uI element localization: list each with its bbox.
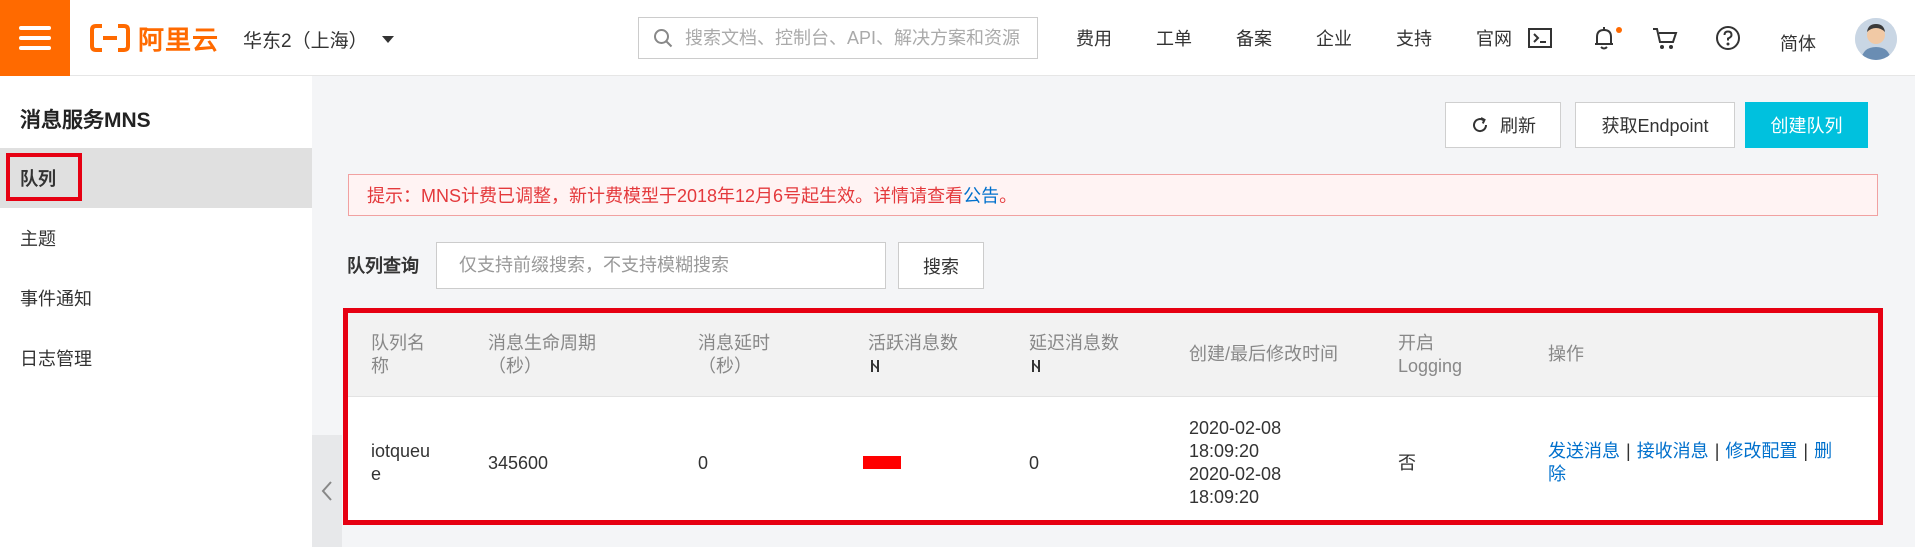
notice-link[interactable]: 公告 xyxy=(963,182,999,208)
nav-support[interactable]: 支持 xyxy=(1396,25,1432,51)
sidebar-title: 消息服务MNS xyxy=(20,109,151,132)
create-queue-button[interactable]: 创建队列 xyxy=(1745,102,1868,148)
top-nav: 费用 工单 备案 企业 支持 官网 xyxy=(1076,0,1556,76)
get-endpoint-button[interactable]: 获取Endpoint xyxy=(1575,102,1735,148)
refresh-button[interactable]: 刷新 xyxy=(1445,102,1561,148)
sidebar-item-label: 主题 xyxy=(20,229,56,249)
refresh-label: 刷新 xyxy=(1500,116,1536,136)
billing-notice: 提示：MNS计费已调整，新计费模型于2018年12月6号起生效。详情请查看 公告。 xyxy=(348,174,1878,216)
highlight-box-table xyxy=(343,308,1883,525)
sidebar: 消息服务MNS 队列 主题 事件通知 日志管理 xyxy=(0,76,312,547)
chevron-left-icon xyxy=(321,481,332,501)
queue-search-input[interactable] xyxy=(436,242,886,289)
global-search-input[interactable] xyxy=(683,26,1027,50)
top-bar: 阿里云 华东2（上海） 费用 工单 备案 企业 支持 官网 xyxy=(0,0,1915,76)
sidebar-item-log-management[interactable]: 日志管理 xyxy=(0,328,312,388)
help-icon[interactable] xyxy=(1714,24,1742,52)
aliyun-logo-icon xyxy=(90,24,130,52)
sidebar-item-label: 事件通知 xyxy=(20,289,92,309)
nav-tickets[interactable]: 工单 xyxy=(1156,25,1192,51)
nav-enterprise[interactable]: 企业 xyxy=(1316,25,1352,51)
nav-fees[interactable]: 费用 xyxy=(1076,25,1112,51)
cart-icon[interactable] xyxy=(1651,24,1679,52)
queue-search-button[interactable]: 搜索 xyxy=(898,242,984,289)
notice-text: 提示：MNS计费已调整，新计费模型于2018年12月6号起生效。详情请查看 xyxy=(367,186,964,206)
aliyun-logo[interactable]: 阿里云 xyxy=(90,22,220,55)
sidebar-item-event-notifications[interactable]: 事件通知 xyxy=(0,268,312,328)
region-selector[interactable]: 华东2（上海） xyxy=(243,26,394,53)
refresh-icon xyxy=(1473,117,1488,133)
get-endpoint-label: 获取Endpoint xyxy=(1601,116,1709,136)
collapse-sidebar-button[interactable] xyxy=(312,435,342,547)
bell-icon[interactable] xyxy=(1590,24,1618,52)
region-label: 华东2（上海） xyxy=(243,31,368,52)
nav-icp[interactable]: 备案 xyxy=(1236,25,1272,51)
user-avatar-icon xyxy=(1855,18,1897,60)
menu-icon[interactable] xyxy=(0,0,70,76)
notice-suffix: 。 xyxy=(999,186,1018,206)
highlight-box-sidebar xyxy=(6,153,82,201)
caret-down-icon xyxy=(381,36,394,43)
search-icon xyxy=(654,29,673,48)
queue-query-label: 队列查询 xyxy=(347,256,419,276)
create-queue-label: 创建队列 xyxy=(1770,116,1843,136)
nav-official-site[interactable]: 官网 xyxy=(1476,25,1512,51)
global-search[interactable] xyxy=(638,17,1038,59)
avatar[interactable] xyxy=(1855,18,1897,60)
sidebar-item-label: 日志管理 xyxy=(20,349,92,369)
logo-text: 阿里云 xyxy=(138,24,220,55)
terminal-icon[interactable] xyxy=(1526,24,1554,52)
notification-dot xyxy=(1616,27,1622,33)
sidebar-item-topics[interactable]: 主题 xyxy=(0,208,312,268)
language-switch[interactable]: 简体 xyxy=(1780,30,1816,56)
